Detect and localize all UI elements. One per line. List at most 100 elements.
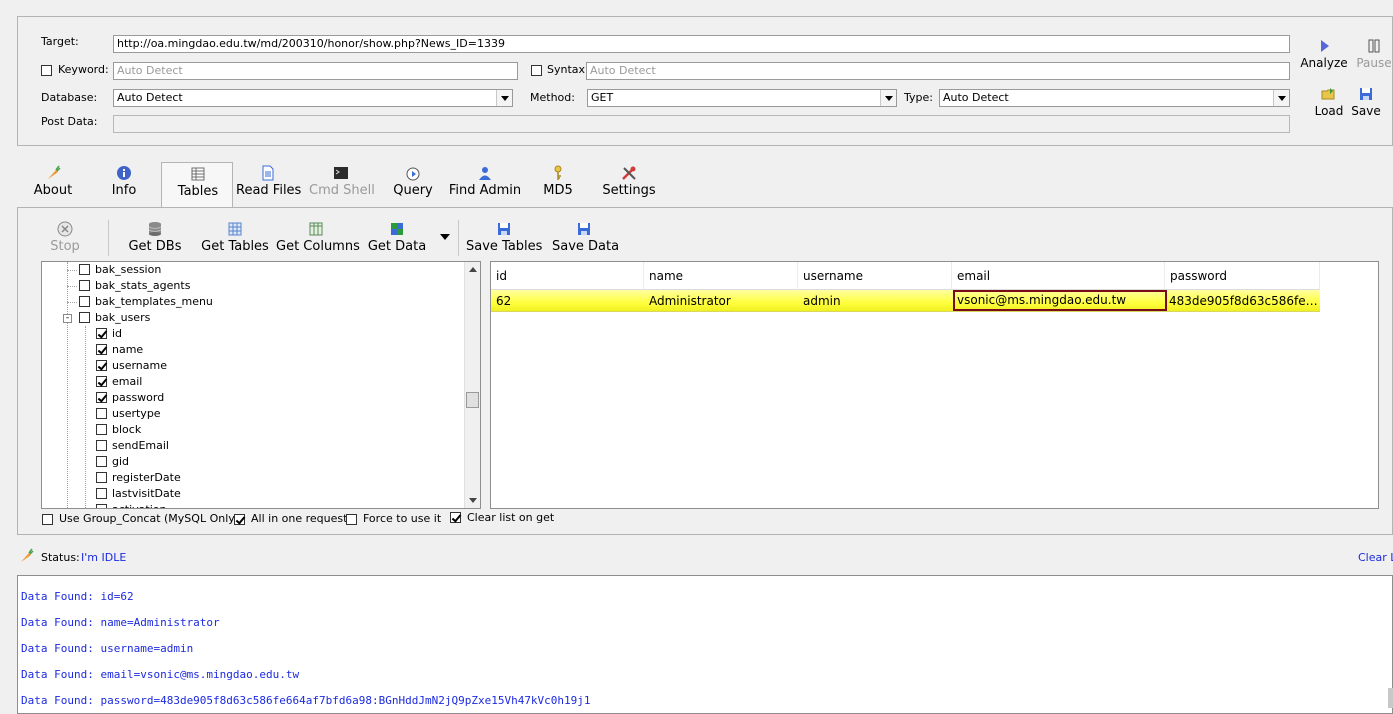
cell-username[interactable]: admin (798, 291, 952, 311)
stop-button[interactable]: Stop (46, 221, 84, 254)
scroll-down-icon[interactable] (469, 498, 477, 503)
log-output[interactable]: Data Found: id=62 Data Found: name=Admin… (17, 575, 1393, 714)
log-line: Data Found: name=Administrator (21, 616, 220, 629)
type-select[interactable]: Auto Detect (939, 89, 1290, 107)
database-label: Database: (41, 91, 98, 104)
tree-collapse-toggle[interactable]: - (63, 314, 72, 323)
tools-icon (622, 166, 636, 180)
get-columns-button[interactable]: Get Columns (276, 221, 360, 254)
data-grid[interactable]: id name username email password 62 Admin… (490, 261, 1379, 509)
tree-item-checkbox[interactable] (96, 408, 107, 419)
save-tables-button[interactable]: Save Tables (466, 221, 542, 254)
database-select[interactable]: Auto Detect (113, 89, 513, 107)
tree-item-checkbox[interactable] (79, 280, 90, 291)
method-select[interactable]: GET (587, 89, 897, 107)
tree-item-checkbox[interactable] (79, 264, 90, 275)
grid-header-id[interactable]: id (491, 262, 644, 290)
tree-item-label: registerDate (112, 471, 181, 484)
get-tables-button[interactable]: Get Tables (200, 221, 270, 254)
grid-header-name[interactable]: name (644, 262, 798, 290)
tree-item-label: block (112, 423, 142, 436)
tab-cmd-shell[interactable]: Cmd Shell (309, 165, 375, 198)
query-icon (406, 167, 420, 181)
tab-query[interactable]: Query (390, 165, 436, 198)
tree-item-checkbox[interactable] (96, 344, 107, 355)
key-icon (554, 165, 562, 180)
tree-scrollbar[interactable] (464, 262, 480, 508)
status-value: I'm IDLE (81, 551, 127, 564)
info-icon (117, 166, 131, 180)
tree-item-checkbox[interactable] (96, 392, 107, 403)
clear-log-link[interactable]: Clear L (1358, 551, 1393, 564)
scroll-thumb[interactable] (466, 392, 479, 408)
user-icon (479, 167, 491, 180)
syntax-checkbox[interactable] (531, 65, 542, 76)
status-label: Status: (41, 551, 80, 564)
save-button[interactable]: Save (1350, 86, 1382, 118)
tree-item-checkbox[interactable] (96, 456, 107, 467)
tree-item-label: email (112, 375, 143, 388)
cell-email-selected[interactable]: vsonic@ms.mingdao.edu.tw (953, 290, 1167, 311)
terminal-icon (334, 167, 348, 179)
load-button[interactable]: Load (1312, 86, 1346, 118)
cell-password[interactable]: 483de905f8d63c586fe6... (1167, 291, 1320, 311)
tree-item-checkbox[interactable] (96, 376, 107, 387)
tab-info[interactable]: Info (104, 165, 144, 198)
tree-item-checkbox[interactable] (79, 296, 90, 307)
tree-item-label: bak_templates_menu (95, 295, 213, 308)
pause-button[interactable]: Pause (1352, 38, 1393, 70)
analyze-button[interactable]: Analyze (1299, 38, 1349, 70)
keyword-input[interactable]: Auto Detect (113, 62, 518, 80)
tree-item-checkbox[interactable] (96, 488, 107, 499)
get-dbs-button[interactable]: Get DBs (126, 221, 184, 254)
force-checkbox[interactable] (346, 514, 357, 525)
grid-header-username[interactable]: username (798, 262, 952, 290)
tree-item-label: gid (112, 455, 130, 468)
tree-item-checkbox[interactable] (96, 328, 107, 339)
folder-icon (1321, 88, 1335, 100)
database-icon (148, 222, 162, 236)
cell-name[interactable]: Administrator (644, 291, 798, 311)
log-scrollbar-thumb[interactable] (1388, 688, 1393, 708)
tree-item-label: name (112, 343, 144, 356)
log-line: Data Found: email=vsonic@ms.mingdao.edu.… (21, 668, 300, 681)
tables-tree[interactable]: bak_session bak_stats_agents bak_templat… (41, 261, 481, 509)
tab-about[interactable]: About (30, 165, 76, 198)
tab-read-files[interactable]: Read Files (236, 165, 301, 198)
tree-item-checkbox[interactable] (96, 472, 107, 483)
cell-id[interactable]: 62 (491, 291, 644, 311)
tab-tables[interactable]: Tables (170, 166, 226, 199)
get-data-button[interactable]: Get Data (366, 221, 428, 254)
tree-item-checkbox[interactable] (96, 424, 107, 435)
grid-header-password[interactable]: password (1165, 262, 1320, 290)
all-in-one-checkbox[interactable] (234, 514, 245, 525)
keyword-checkbox[interactable] (41, 65, 52, 76)
tree-item-checkbox[interactable] (96, 360, 107, 371)
log-line: Data Found: password=483de905f8d63c586fe… (21, 694, 591, 707)
get-data-dropdown-arrow[interactable] (440, 234, 450, 240)
toolbar-separator (108, 220, 109, 256)
chevron-down-icon (880, 90, 896, 106)
target-input[interactable]: http://oa.mingdao.edu.tw/md/200310/honor… (113, 35, 1290, 53)
clear-list-checkbox[interactable] (450, 512, 461, 523)
tab-settings[interactable]: Settings (602, 165, 656, 198)
floppy-icon (498, 223, 510, 235)
save-data-button[interactable]: Save Data (552, 221, 619, 254)
tab-md5[interactable]: MD5 (538, 165, 578, 198)
tree-item-label: sendEmail (112, 439, 169, 452)
grid-header-email[interactable]: email (952, 262, 1165, 290)
tree-item-checkbox[interactable] (79, 312, 90, 323)
force-label: Force to use it (363, 512, 442, 525)
floppy-icon (1360, 88, 1372, 100)
tab-find-admin[interactable]: Find Admin (448, 165, 522, 198)
tree-item-label: bak_stats_agents (95, 279, 191, 292)
postdata-input[interactable] (113, 115, 1290, 133)
table-row[interactable]: 62 Administrator admin vsonic@ms.mingdao… (491, 290, 1320, 312)
tree-item-label: activation (112, 502, 166, 508)
all-in-one-label: All in one request. (251, 512, 351, 525)
tree-item-checkbox[interactable] (96, 504, 107, 508)
syntax-input[interactable]: Auto Detect (586, 62, 1290, 80)
group-concat-checkbox[interactable] (42, 514, 53, 525)
scroll-up-icon[interactable] (469, 267, 477, 272)
tree-item-checkbox[interactable] (96, 440, 107, 451)
